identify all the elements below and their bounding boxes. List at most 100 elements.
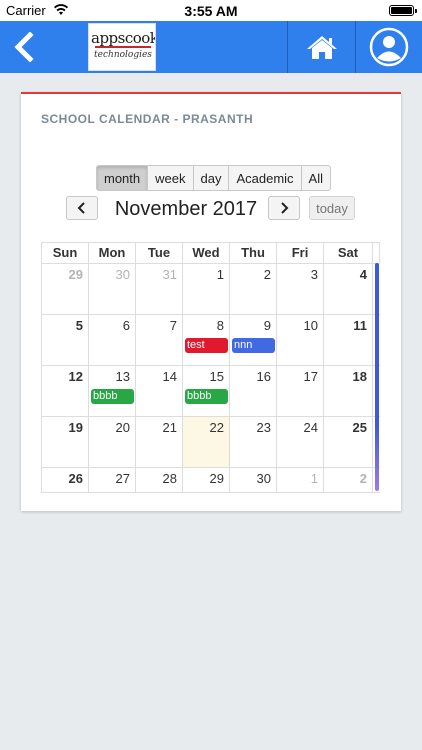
- day-number: 12: [68, 369, 83, 384]
- calendar-day-cell[interactable]: 25: [324, 417, 373, 467]
- view-switcher: month week day Academic All: [96, 165, 331, 191]
- calendar-day-cell[interactable]: 2: [230, 264, 277, 314]
- profile-button[interactable]: [356, 21, 422, 73]
- calendar-event[interactable]: test: [185, 338, 228, 353]
- calendar-day-cell[interactable]: 2: [324, 468, 373, 492]
- day-number: 21: [162, 420, 177, 435]
- calendar-week-row: 12 13 bbbb 14 15 bbbb 16 17 18: [42, 365, 380, 416]
- day-of-week: Thu: [230, 243, 277, 263]
- calendar-day-cell[interactable]: 26: [42, 468, 89, 492]
- day-number: 29: [209, 471, 224, 486]
- calendar-day-cell[interactable]: 1: [277, 468, 324, 492]
- calendar-day-today[interactable]: 22: [183, 417, 230, 467]
- day-number: 14: [162, 369, 177, 384]
- chevron-left-icon: [77, 202, 85, 214]
- home-icon: [306, 36, 337, 59]
- day-number: 31: [162, 267, 177, 282]
- calendar-day-cell[interactable]: 16: [230, 366, 277, 416]
- calendar-day-cell[interactable]: 6: [89, 315, 136, 365]
- view-month-button[interactable]: month: [96, 165, 149, 191]
- calendar-day-cell[interactable]: 12: [42, 366, 89, 416]
- day-number: 11: [353, 318, 367, 333]
- calendar-week-row: 19 20 21 22 23 24 25: [42, 416, 380, 467]
- calendar-day-cell[interactable]: 29: [183, 468, 230, 492]
- chevron-left-icon: [14, 32, 34, 62]
- calendar-event[interactable]: bbbb: [185, 389, 228, 404]
- calendar-day-cell[interactable]: 15 bbbb: [183, 366, 230, 416]
- card-title: SCHOOL CALENDAR - PRASANTH: [41, 112, 254, 126]
- calendar-day-cell[interactable]: 13 bbbb: [89, 366, 136, 416]
- calendar-day-cell[interactable]: 28: [136, 468, 183, 492]
- calendar-day-cell[interactable]: 1: [183, 264, 230, 314]
- calendar-header: Sun Mon Tue Wed Thu Fri Sat: [41, 242, 380, 263]
- calendar-day-cell[interactable]: 23: [230, 417, 277, 467]
- day-of-week: Wed: [183, 243, 230, 263]
- day-number: 5: [75, 318, 83, 333]
- day-number: 26: [68, 471, 83, 486]
- day-number: 16: [256, 369, 271, 384]
- calendar-day-cell[interactable]: 18: [324, 366, 373, 416]
- calendar-day-cell[interactable]: 7: [136, 315, 183, 365]
- logo-sub-text: technologies: [94, 50, 152, 60]
- calendar-day-cell[interactable]: 19: [42, 417, 89, 467]
- day-number: 17: [303, 369, 318, 384]
- day-number: 3: [310, 267, 318, 282]
- day-number: 9: [263, 318, 271, 333]
- calendar-day-cell[interactable]: 8 test: [183, 315, 230, 365]
- view-day-button[interactable]: day: [193, 165, 230, 191]
- day-number: 23: [256, 420, 271, 435]
- calendar-day-cell[interactable]: 10: [277, 315, 324, 365]
- calendar-day-cell[interactable]: 4: [324, 264, 373, 314]
- day-number: 27: [115, 471, 130, 486]
- calendar-day-cell[interactable]: 31: [136, 264, 183, 314]
- calendar-day-cell[interactable]: 29: [42, 264, 89, 314]
- calendar-day-cell[interactable]: 27: [89, 468, 136, 492]
- view-all-button[interactable]: All: [301, 165, 331, 191]
- calendar-day-cell[interactable]: 5: [42, 315, 89, 365]
- day-number: 2: [263, 267, 271, 282]
- day-number: 18: [352, 369, 367, 384]
- month-title: November 2017: [114, 198, 258, 220]
- day-number: 4: [359, 267, 367, 282]
- next-month-button[interactable]: [268, 196, 300, 220]
- calendar-day-cell[interactable]: 3: [277, 264, 324, 314]
- calendar-day-cell[interactable]: 17: [277, 366, 324, 416]
- day-number: 28: [162, 471, 177, 486]
- day-number: 2: [359, 471, 367, 486]
- calendar-grid: 29 30 31 1 2 3 4 5 6 7 8 test 9 nnn 10 11 12 13 bbbb 14 15 bb…: [41, 263, 380, 493]
- view-week-button[interactable]: week: [148, 165, 194, 191]
- day-number: 24: [303, 420, 318, 435]
- status-bar: Carrier 3:55 AM: [0, 0, 422, 21]
- calendar-week-row: 5 6 7 8 test 9 nnn 10 11: [42, 314, 380, 365]
- view-academic-button[interactable]: Academic: [229, 165, 302, 191]
- calendar-day-cell[interactable]: 11: [324, 315, 373, 365]
- calendar-card: SCHOOL CALENDAR - PRASANTH month week da…: [21, 92, 401, 511]
- home-button[interactable]: [288, 21, 355, 73]
- back-button[interactable]: [4, 23, 44, 71]
- calendar-day-cell[interactable]: 20: [89, 417, 136, 467]
- status-time: 3:55 AM: [184, 3, 238, 19]
- calendar-day-cell[interactable]: 24: [277, 417, 324, 467]
- calendar-event[interactable]: nnn: [232, 338, 275, 353]
- scrollbar-thumb[interactable]: [375, 263, 379, 491]
- day-number: 6: [122, 318, 130, 333]
- day-number: 15: [209, 369, 224, 384]
- calendar-event[interactable]: bbbb: [91, 389, 134, 404]
- day-number: 7: [169, 318, 177, 333]
- calendar-day-cell[interactable]: 30: [89, 264, 136, 314]
- day-of-week: Sat: [324, 243, 373, 263]
- logo-main-text: appscook: [91, 29, 156, 47]
- appscook-logo: appscook technologies: [88, 23, 156, 71]
- battery-icon: [389, 5, 417, 16]
- prev-month-button[interactable]: [66, 196, 98, 220]
- calendar-scrollbar[interactable]: [375, 263, 379, 491]
- calendar-day-cell[interactable]: 30: [230, 468, 277, 492]
- user-circle-icon: [369, 27, 409, 67]
- day-of-week: Sun: [42, 243, 89, 263]
- day-number: 13: [115, 369, 130, 384]
- calendar-day-cell[interactable]: 14: [136, 366, 183, 416]
- calendar-day-cell[interactable]: 21: [136, 417, 183, 467]
- today-button[interactable]: today: [309, 196, 355, 220]
- day-of-week: Tue: [136, 243, 183, 263]
- calendar-day-cell[interactable]: 9 nnn: [230, 315, 277, 365]
